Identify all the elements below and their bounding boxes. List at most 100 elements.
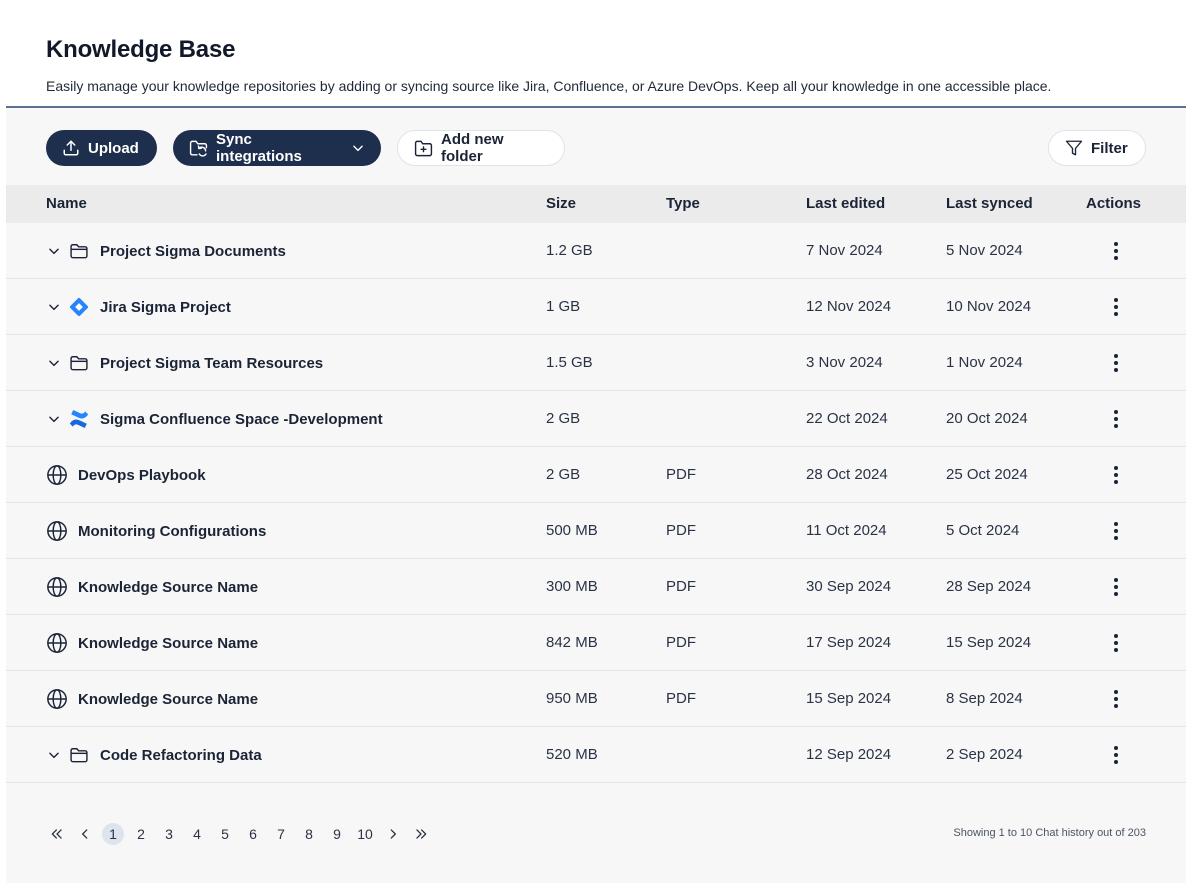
table-row[interactable]: DevOps Playbook 2 GB PDF 28 Oct 2024 25 Oct … [6,447,1186,503]
row-name[interactable]: Code Refactoring Data [100,747,262,764]
column-header-last-synced[interactable]: Last synced [946,185,1033,223]
row-name[interactable]: Jira Sigma Project [100,299,231,316]
column-header-actions: Actions [1086,195,1142,212]
filter-label: Filter [1091,139,1128,157]
row-last-synced: 10 Nov 2024 [946,298,1032,315]
last-page-icon[interactable] [410,823,432,845]
row-size: 1 GB [546,298,581,315]
row-last-synced: 2 Sep 2024 [946,746,1023,763]
row-name-cell: Sigma Confluence Space -Development [46,391,383,447]
toolbar: Upload Sync integrations Add new folder … [46,130,1146,166]
more-actions-icon[interactable] [1106,521,1126,541]
more-actions-icon[interactable] [1106,633,1126,653]
folder-icon [68,744,90,766]
page-number-8[interactable]: 8 [298,823,320,845]
row-last-edited: 12 Sep 2024 [806,746,892,763]
row-last-synced: 5 Nov 2024 [946,242,1023,259]
row-name[interactable]: Knowledge Source Name [78,579,258,596]
row-last-edited: 11 Oct 2024 [806,522,887,539]
expand-chevron-icon[interactable] [46,243,62,259]
table-row[interactable]: Knowledge Source Name 300 MB PDF 30 Sep 202… [6,559,1186,615]
upload-button[interactable]: Upload [46,130,157,166]
row-last-synced: 8 Sep 2024 [946,690,1023,707]
globe-icon [46,576,68,598]
first-page-icon[interactable] [46,823,68,845]
more-actions-icon[interactable] [1106,353,1126,373]
row-name-cell: Project Sigma Documents [46,223,286,279]
filter-button[interactable]: Filter [1048,130,1146,166]
add-new-folder-button[interactable]: Add new folder [397,130,565,166]
page-number-5[interactable]: 5 [214,823,236,845]
expand-chevron-icon[interactable] [46,411,62,427]
previous-page-icon[interactable] [74,823,96,845]
table-row[interactable]: Project Sigma Documents 1.2 GB 7 Nov 2024 5… [6,223,1186,279]
folder-sync-icon [189,139,208,158]
row-last-synced: 15 Sep 2024 [946,634,1032,651]
row-name[interactable]: Monitoring Configurations [78,523,266,540]
more-actions-icon[interactable] [1106,465,1126,485]
row-last-synced: 28 Sep 2024 [946,578,1032,595]
table-row[interactable]: Knowledge Source Name 842 MB PDF 17 Sep 202… [6,615,1186,671]
page-number-7[interactable]: 7 [270,823,292,845]
page-number-4[interactable]: 4 [186,823,208,845]
page-number-3[interactable]: 3 [158,823,180,845]
row-name[interactable]: Project Sigma Team Resources [100,355,323,372]
table-row[interactable]: Project Sigma Team Resources 1.5 GB 3 Nov … [6,335,1186,391]
more-actions-icon[interactable] [1106,689,1126,709]
row-name-cell: Knowledge Source Name [46,559,258,615]
table-row[interactable]: Code Refactoring Data 520 MB 12 Sep 2024 2 … [6,727,1186,783]
row-name[interactable]: Knowledge Source Name [78,635,258,652]
expand-chevron-icon[interactable] [46,299,62,315]
row-size: 842 MB [546,634,598,651]
row-last-edited: 15 Sep 2024 [806,690,892,707]
column-header-name[interactable]: Name [46,185,87,223]
column-header-type[interactable]: Type [666,185,700,223]
table-row[interactable]: Monitoring Configurations 500 MB PDF 11 Oct… [6,503,1186,559]
row-name-cell: Knowledge Source Name [46,671,258,727]
globe-icon [46,520,68,542]
more-actions-icon[interactable] [1106,745,1126,765]
expand-chevron-icon[interactable] [46,355,62,371]
page-numbers: 1 2 3 4 5 6 7 8 9 10 [102,823,382,845]
folder-icon [68,240,90,262]
row-name[interactable]: Knowledge Source Name [78,691,258,708]
page-number-2[interactable]: 2 [130,823,152,845]
row-type: PDF [666,466,696,483]
next-page-icon[interactable] [382,823,404,845]
chevron-down-icon [351,141,365,155]
sync-integrations-button[interactable]: Sync integrations [173,130,381,166]
expand-chevron-icon[interactable] [46,747,62,763]
upload-label: Upload [88,139,139,157]
table-row[interactable]: Sigma Confluence Space -Development 2 GB 2… [6,391,1186,447]
table-row[interactable]: Jira Sigma Project 1 GB 12 Nov 2024 10 Nov … [6,279,1186,335]
page-number-6[interactable]: 6 [242,823,264,845]
row-type: PDF [666,690,696,707]
table-header: Name Size Type Last edited Last synced A… [6,185,1186,223]
row-name[interactable]: DevOps Playbook [78,467,206,484]
page-number-1[interactable]: 1 [102,823,124,845]
filter-icon [1065,139,1083,157]
more-actions-icon[interactable] [1106,409,1126,429]
row-size: 300 MB [546,578,598,595]
page-number-9[interactable]: 9 [326,823,348,845]
row-size: 520 MB [546,746,598,763]
row-name-cell: Project Sigma Team Resources [46,335,323,391]
more-actions-icon[interactable] [1106,241,1126,261]
row-size: 2 GB [546,410,581,427]
more-actions-icon[interactable] [1106,297,1126,317]
more-actions-icon[interactable] [1106,577,1126,597]
row-size: 1.5 GB [546,354,593,371]
row-name[interactable]: Sigma Confluence Space -Development [100,411,383,428]
row-last-edited: 30 Sep 2024 [806,578,892,595]
row-size: 500 MB [546,522,598,539]
row-name[interactable]: Project Sigma Documents [100,243,286,260]
folder-icon [68,352,90,374]
page-number-10[interactable]: 10 [354,823,376,845]
row-name-cell: Code Refactoring Data [46,727,262,783]
table-row[interactable]: Knowledge Source Name 950 MB PDF 15 Sep 202… [6,671,1186,727]
row-name-cell: Jira Sigma Project [46,279,231,335]
upload-icon [62,139,80,157]
page-header: Knowledge Base Easily manage your knowle… [46,36,1152,94]
column-header-size[interactable]: Size [546,185,576,223]
column-header-last-edited[interactable]: Last edited [806,185,885,223]
